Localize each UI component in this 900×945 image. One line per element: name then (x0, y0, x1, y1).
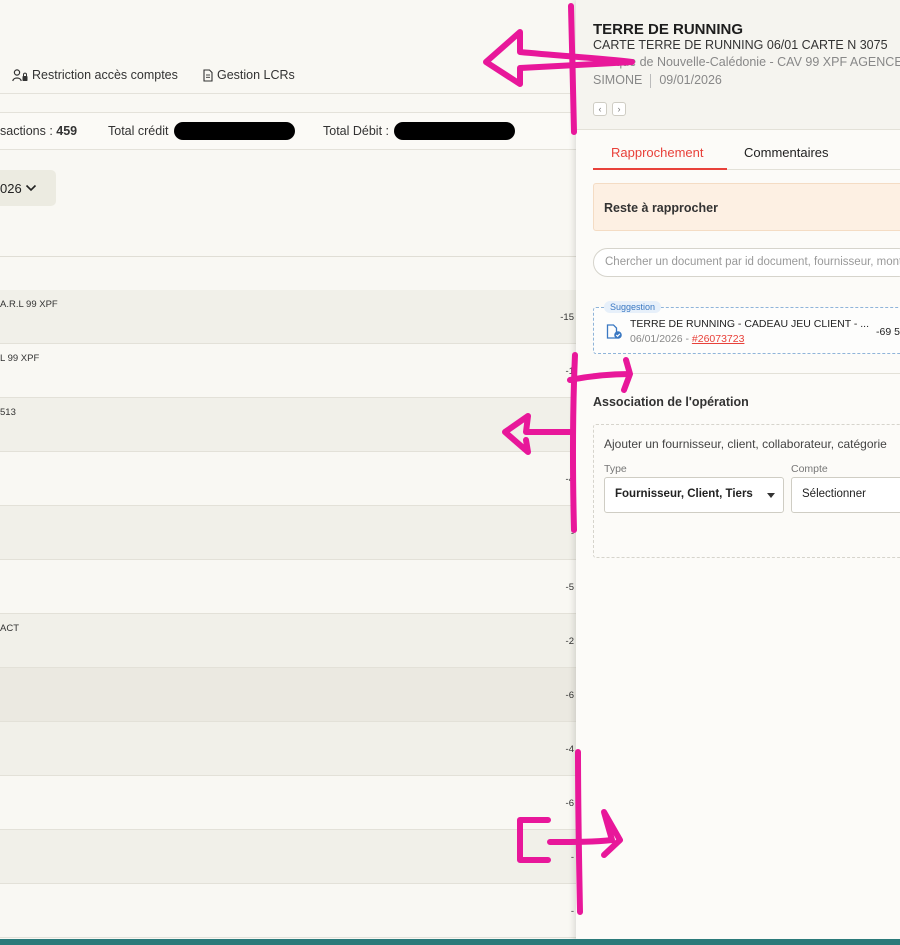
table-row[interactable]: 513 - (0, 398, 576, 452)
row-label: ACT (0, 623, 19, 634)
redacted-credit-value (174, 122, 295, 140)
row-label: A.R.L 99 XPF (0, 299, 58, 310)
operation-subtitle: CARTE TERRE DE RUNNING 06/01 CARTE N 307… (593, 38, 888, 52)
suggestion-doc-link[interactable]: #26073723 (692, 333, 745, 345)
lcr-management-button[interactable]: Gestion LCRs (203, 68, 295, 82)
user-lock-icon (12, 68, 28, 81)
bank-account: Banque de Nouvelle-Calédonie - CAV 99 XP… (593, 55, 900, 69)
row-amount: -1 (565, 366, 574, 377)
row-amount: -6 (565, 690, 574, 701)
reste-a-rapprocher-banner: Reste à rapprocher (593, 183, 900, 231)
association-title: Association de l'opération (593, 395, 749, 409)
type-select[interactable]: Fournisseur, Client, Tiers (604, 477, 784, 513)
tab-commentaires[interactable]: Commentaires (744, 145, 829, 160)
section-divider (593, 373, 900, 374)
footer-bar (0, 939, 900, 945)
suggestion-badge: Suggestion (604, 301, 662, 313)
row-amount: -4 (565, 744, 574, 755)
row-amount: -2 (565, 636, 574, 647)
table-header-divider (0, 256, 576, 257)
compte-select-value: Sélectionner (802, 488, 866, 500)
table-row[interactable]: -5 (0, 560, 576, 614)
operation-meta: SIMONE 09/01/2026 (593, 73, 722, 88)
row-label: 513 (0, 407, 16, 418)
association-box: Ajouter un fournisseur, client, collabor… (593, 424, 900, 558)
table-row[interactable]: - (0, 884, 576, 938)
table-row[interactable]: L 99 XPF -1 (0, 344, 576, 398)
type-label: Type (604, 463, 627, 475)
row-amount: - (570, 906, 574, 917)
panel-tabs: Rapprochement Commentaires (593, 138, 900, 170)
table-row[interactable]: - (0, 830, 576, 884)
row-amount: - (570, 528, 574, 539)
table-row[interactable]: -6 (0, 776, 576, 830)
next-arrow-icon[interactable]: › (612, 102, 626, 116)
table-row[interactable]: ACT -2 (0, 614, 576, 668)
operation-date: 09/01/2026 (659, 73, 722, 87)
detail-panel: TERRE DE RUNNING CARTE TERRE DE RUNNING … (576, 0, 900, 945)
row-amount: -15 (560, 312, 574, 323)
toolbar: Restriction accès comptes Gestion LCRs (0, 58, 576, 94)
row-amount: - (570, 852, 574, 863)
row-amount: -5 (565, 582, 574, 593)
document-check-icon (606, 324, 622, 339)
association-hint: Ajouter un fournisseur, client, collabor… (604, 437, 887, 451)
table-row[interactable]: - (0, 506, 576, 560)
compte-label: Compte (791, 463, 828, 475)
operation-user: SIMONE (593, 73, 643, 87)
table-row[interactable]: -6 (0, 668, 576, 722)
period-selector[interactable]: 026 (0, 170, 56, 206)
restriction-access-button[interactable]: Restriction accès comptes (12, 68, 178, 82)
restriction-access-label: Restriction accès comptes (32, 68, 178, 82)
table-row[interactable]: -4 (0, 722, 576, 776)
caret-down-icon (767, 493, 775, 498)
suggestion-amount: -69 5 (876, 326, 900, 338)
table-row[interactable]: -4 (0, 452, 576, 506)
total-credit-label: Total crédit (108, 124, 169, 138)
transactions-count: sactions : 459 (0, 124, 78, 138)
tab-rapprochement[interactable]: Rapprochement (611, 145, 704, 160)
table-row[interactable]: A.R.L 99 XPF -15 (0, 290, 576, 344)
chevron-down-icon (25, 184, 36, 192)
compte-select[interactable]: Sélectionner (791, 477, 900, 513)
lcr-management-label: Gestion LCRs (217, 68, 295, 82)
suggestion-title: TERRE DE RUNNING - CADEAU JEU CLIENT - .… (630, 318, 869, 330)
redacted-debit-value (394, 122, 515, 140)
active-tab-indicator (593, 168, 727, 170)
period-label: 026 (0, 180, 22, 196)
row-label: L 99 XPF (0, 353, 40, 364)
row-amount: -4 (565, 474, 574, 485)
type-select-value: Fournisseur, Client, Tiers (615, 488, 753, 500)
meta-separator (650, 73, 652, 88)
previous-arrow-icon[interactable]: ‹ (593, 102, 607, 116)
total-debit-label: Total Débit : (323, 124, 390, 138)
panel-header: TERRE DE RUNNING CARTE TERRE DE RUNNING … (576, 0, 900, 130)
row-amount: -6 (565, 798, 574, 809)
document-search-input[interactable]: Chercher un document par id document, fo… (593, 248, 900, 277)
operation-title: TERRE DE RUNNING (593, 21, 744, 38)
record-navigation: ‹ › (593, 102, 626, 116)
row-amount: - (570, 420, 574, 431)
suggestion-date: 06/01/2026 - #26073723 (630, 333, 745, 345)
document-icon (203, 68, 213, 82)
totals-bar: sactions : 459 Total crédit Total Débit … (0, 112, 576, 150)
suggestion-card[interactable]: Suggestion TERRE DE RUNNING - CADEAU JEU… (593, 301, 900, 354)
transactions-area: Restriction accès comptes Gestion LCRs s… (0, 0, 576, 945)
